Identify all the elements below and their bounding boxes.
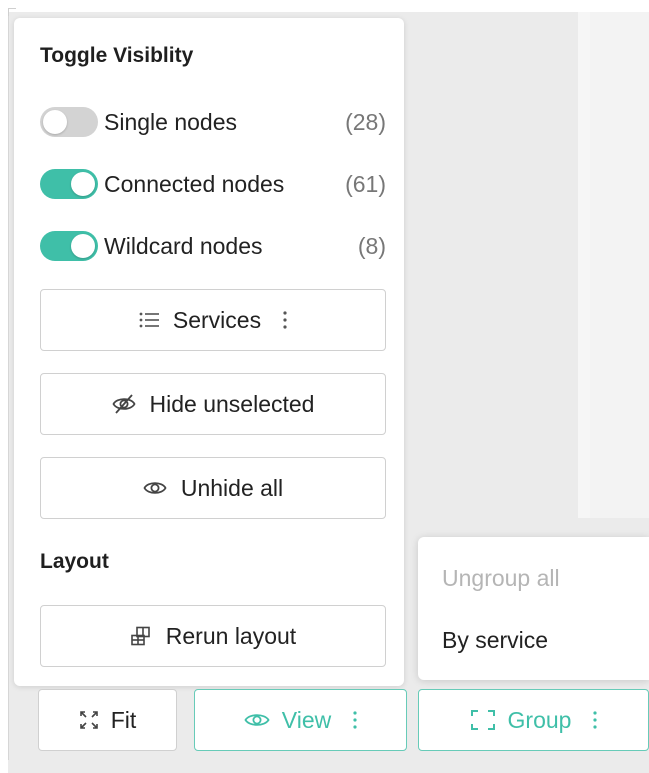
switch-knob <box>71 172 95 196</box>
fit-icon <box>79 710 99 730</box>
corner-mark <box>8 8 16 16</box>
eye-icon <box>244 711 270 729</box>
kebab-icon[interactable] <box>353 711 357 729</box>
toggle-count: (28) <box>345 108 386 135</box>
layout-section-title: Layout <box>40 550 109 573</box>
toggle-label: Connected nodes <box>104 170 285 197</box>
group-frame-icon <box>470 709 496 731</box>
toggle-row-single-nodes[interactable]: Single nodes (28) <box>40 104 386 140</box>
visibility-section-title: Toggle Visiblity <box>40 44 194 67</box>
group-label: Group <box>507 706 572 733</box>
layout-icon <box>130 626 152 646</box>
toggle-row-connected-nodes[interactable]: Connected nodes (61) <box>40 166 386 202</box>
canvas-side-area <box>590 0 649 518</box>
wildcard-nodes-switch[interactable] <box>40 231 98 261</box>
view-options-panel: Toggle Visiblity Single nodes (28) Conne… <box>14 18 404 686</box>
services-button[interactable]: Services <box>40 289 386 351</box>
toggle-label: Wildcard nodes <box>104 232 263 259</box>
unhide-all-label: Unhide all <box>180 474 284 501</box>
canvas-divider <box>578 12 590 518</box>
toggle-label: Single nodes <box>104 108 237 135</box>
view-label: View <box>281 706 332 733</box>
fit-label: Fit <box>110 706 137 733</box>
menu-item-ungroup-all: Ungroup all <box>442 565 560 591</box>
rerun-layout-label: Rerun layout <box>165 622 297 649</box>
services-label: Services <box>172 306 262 333</box>
switch-knob <box>71 234 95 258</box>
kebab-icon[interactable] <box>593 711 598 729</box>
eye-off-icon <box>111 393 136 415</box>
group-dropdown-menu: Ungroup all By service <box>418 537 649 680</box>
fit-button[interactable]: Fit <box>38 689 177 751</box>
menu-item-by-service[interactable]: By service <box>442 627 548 654</box>
hide-unselected-label: Hide unselected <box>149 390 315 417</box>
view-button[interactable]: View <box>194 689 407 751</box>
single-nodes-switch[interactable] <box>40 107 98 137</box>
toggle-count: (8) <box>357 232 386 259</box>
list-icon <box>139 312 159 328</box>
toggle-count: (61) <box>345 170 386 197</box>
canvas-border <box>8 16 9 760</box>
kebab-icon[interactable] <box>283 311 287 329</box>
top-gap <box>194 0 649 12</box>
toggle-row-wildcard-nodes[interactable]: Wildcard nodes (8) <box>40 228 386 264</box>
group-button[interactable]: Group <box>418 689 649 751</box>
connected-nodes-switch[interactable] <box>40 169 98 199</box>
hide-unselected-button[interactable]: Hide unselected <box>40 373 386 435</box>
switch-knob <box>43 110 67 134</box>
rerun-layout-button[interactable]: Rerun layout <box>40 605 386 667</box>
unhide-all-button[interactable]: Unhide all <box>40 457 386 519</box>
eye-icon <box>143 479 167 497</box>
